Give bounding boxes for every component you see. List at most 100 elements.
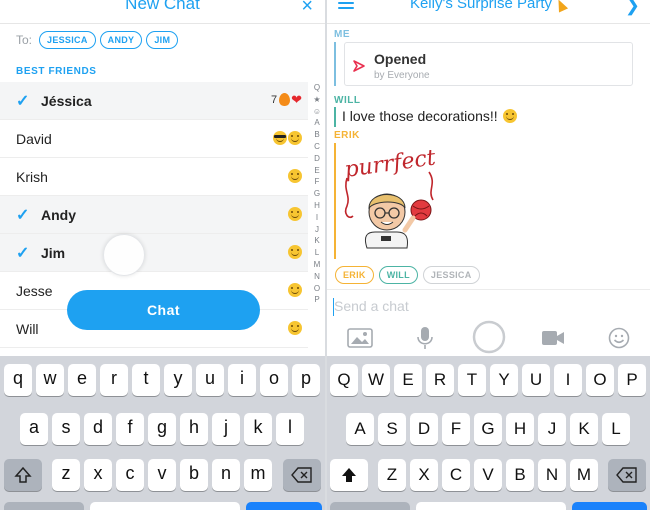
key[interactable]: T: [458, 364, 486, 396]
video-call-icon[interactable]: [541, 330, 565, 346]
key[interactable]: m: [244, 459, 272, 491]
key[interactable]: V: [474, 459, 502, 491]
bitmoji-sticker[interactable]: purrfect: [341, 150, 441, 258]
key[interactable]: A: [346, 413, 374, 445]
key[interactable]: b: [180, 459, 208, 491]
key[interactable]: X: [410, 459, 438, 491]
microphone-icon[interactable]: [417, 326, 433, 350]
alphabet-index[interactable]: Q ★ ☺ A B C D E F G H I J K L M N O P: [311, 82, 323, 306]
numbers-key[interactable]: [4, 502, 84, 510]
key[interactable]: S: [378, 413, 406, 445]
image-icon[interactable]: [347, 328, 373, 348]
key[interactable]: i: [228, 364, 256, 396]
key[interactable]: E: [394, 364, 422, 396]
recipient-bar[interactable]: To: JESSICA ANDY JIM: [16, 28, 179, 52]
key[interactable]: N: [538, 459, 566, 491]
key[interactable]: g: [148, 413, 176, 445]
index-letter[interactable]: I: [311, 212, 323, 224]
key[interactable]: z: [52, 459, 80, 491]
key[interactable]: o: [260, 364, 288, 396]
key[interactable]: D: [410, 413, 438, 445]
index-letter[interactable]: L: [311, 247, 323, 259]
friend-row-krish[interactable]: Krish: [0, 158, 308, 196]
recipient-chip-jim[interactable]: JIM: [146, 31, 179, 49]
key[interactable]: L: [602, 413, 630, 445]
index-letter[interactable]: D: [311, 153, 323, 165]
close-icon[interactable]: ×: [301, 0, 313, 18]
recipient-chip-jessica[interactable]: JESSICA: [39, 31, 96, 49]
index-letter[interactable]: A: [311, 117, 323, 129]
key[interactable]: B: [506, 459, 534, 491]
index-letter[interactable]: C: [311, 141, 323, 153]
index-letter[interactable]: Q: [311, 82, 323, 94]
opened-status-card[interactable]: Opened by Everyone: [344, 42, 633, 86]
key[interactable]: O: [586, 364, 614, 396]
key[interactable]: U: [522, 364, 550, 396]
index-letter[interactable]: ☺: [311, 106, 323, 118]
key[interactable]: P: [618, 364, 646, 396]
key[interactable]: k: [244, 413, 272, 445]
backspace-key[interactable]: [608, 459, 646, 491]
index-letter[interactable]: ★: [311, 94, 323, 106]
key[interactable]: x: [84, 459, 112, 491]
capture-circle-icon[interactable]: [472, 320, 506, 354]
key[interactable]: Q: [330, 364, 358, 396]
key[interactable]: c: [116, 459, 144, 491]
index-letter[interactable]: F: [311, 176, 323, 188]
shift-key[interactable]: [4, 459, 42, 491]
key[interactable]: J: [538, 413, 566, 445]
key[interactable]: e: [68, 364, 96, 396]
index-letter[interactable]: M: [311, 259, 323, 271]
key[interactable]: I: [554, 364, 582, 396]
key[interactable]: f: [116, 413, 144, 445]
key[interactable]: a: [20, 413, 48, 445]
recipient-chip-andy[interactable]: ANDY: [99, 31, 143, 49]
sticker-smiley-icon[interactable]: [608, 327, 630, 349]
index-letter[interactable]: K: [311, 235, 323, 247]
chevron-right-icon[interactable]: ❯: [625, 0, 640, 16]
key[interactable]: d: [84, 413, 112, 445]
key[interactable]: p: [292, 364, 320, 396]
key[interactable]: F: [442, 413, 470, 445]
compose-field[interactable]: Send a chat: [327, 289, 650, 316]
return-key[interactable]: [246, 502, 322, 510]
numbers-key[interactable]: [330, 502, 410, 510]
index-letter[interactable]: J: [311, 224, 323, 236]
space-key[interactable]: [90, 502, 240, 510]
key[interactable]: t: [132, 364, 160, 396]
key[interactable]: j: [212, 413, 240, 445]
space-key[interactable]: [416, 502, 566, 510]
key[interactable]: R: [426, 364, 454, 396]
key[interactable]: r: [100, 364, 128, 396]
index-letter[interactable]: B: [311, 129, 323, 141]
return-key[interactable]: [572, 502, 647, 510]
key[interactable]: C: [442, 459, 470, 491]
index-letter[interactable]: E: [311, 165, 323, 177]
key[interactable]: K: [570, 413, 598, 445]
key[interactable]: y: [164, 364, 192, 396]
index-letter[interactable]: G: [311, 188, 323, 200]
key[interactable]: h: [180, 413, 208, 445]
index-letter[interactable]: O: [311, 283, 323, 295]
shift-key[interactable]: [330, 459, 368, 491]
friend-row-andy[interactable]: ✓ Andy: [0, 196, 308, 234]
key[interactable]: Z: [378, 459, 406, 491]
key[interactable]: v: [148, 459, 176, 491]
backspace-key[interactable]: [283, 459, 321, 491]
friend-row-jim[interactable]: ✓ Jim: [0, 234, 308, 272]
index-letter[interactable]: P: [311, 294, 323, 306]
key[interactable]: W: [362, 364, 390, 396]
friend-row-jessica[interactable]: ✓ Jéssica 7 ❤: [0, 82, 308, 120]
index-letter[interactable]: H: [311, 200, 323, 212]
key[interactable]: Y: [490, 364, 518, 396]
key[interactable]: q: [4, 364, 32, 396]
key[interactable]: s: [52, 413, 80, 445]
index-letter[interactable]: N: [311, 271, 323, 283]
chat-button[interactable]: Chat: [67, 290, 260, 330]
key[interactable]: n: [212, 459, 240, 491]
key[interactable]: M: [570, 459, 598, 491]
friend-row-david[interactable]: David: [0, 120, 308, 158]
key[interactable]: w: [36, 364, 64, 396]
key[interactable]: l: [276, 413, 304, 445]
key[interactable]: G: [474, 413, 502, 445]
